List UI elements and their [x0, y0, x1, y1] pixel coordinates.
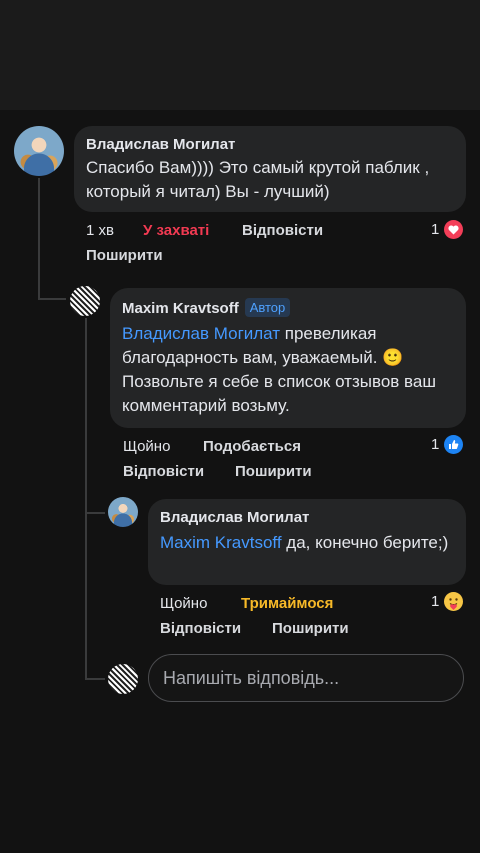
comment-author[interactable]: Maxim Kravtsoff	[122, 300, 239, 317]
reaction-button[interactable]: У захваті	[143, 222, 209, 239]
reply-button[interactable]: Відповісти	[242, 222, 323, 239]
thread-line	[85, 678, 105, 680]
heart-icon	[444, 220, 464, 239]
reaction-button[interactable]: Подобається	[203, 438, 301, 455]
comment-body: да, конечно берите;)	[281, 533, 449, 552]
top-bar	[0, 0, 480, 110]
comment-actions: Щойно Подобається Відповісти Поширити	[123, 438, 466, 488]
comment-text: Спасибо Вам)))) Это самый крутой паблик …	[86, 158, 430, 201]
reaction-count: 1	[431, 593, 440, 610]
reply-button[interactable]: Відповісти	[160, 620, 241, 637]
care-icon	[444, 592, 464, 611]
comment-time: 1 хв	[86, 222, 114, 239]
comment-text: Владислав Могилат превеликая благодарнос…	[122, 322, 452, 418]
share-button[interactable]: Поширити	[272, 620, 349, 637]
thread-line	[38, 298, 66, 300]
comment-time: Щойно	[160, 595, 208, 612]
mention-link[interactable]: Maxim Kravtsoff	[160, 533, 282, 552]
comment-bubble: Maxim Kravtsoff Автор Владислав Могилат п…	[110, 288, 466, 428]
reply-input[interactable]: Напишіть відповідь...	[148, 654, 464, 702]
reaction-count: 1	[431, 436, 440, 453]
thread-line	[38, 178, 40, 298]
reaction-summary[interactable]: 1	[431, 435, 464, 454]
comment-author[interactable]: Владислав Могилат	[86, 136, 235, 153]
comment-actions: Щойно Тримаймося Відповісти Поширити	[160, 595, 466, 645]
avatar	[108, 664, 138, 694]
reaction-button[interactable]: Тримаймося	[241, 595, 333, 612]
comment-bubble: Владислав Могилат Спасибо Вам)))) Это са…	[74, 126, 466, 212]
reaction-summary[interactable]: 1	[431, 220, 464, 239]
thread-line	[85, 512, 105, 514]
reply-button[interactable]: Відповісти	[123, 463, 204, 480]
avatar[interactable]	[70, 286, 100, 316]
reaction-count: 1	[431, 221, 440, 238]
thread-line	[85, 318, 87, 680]
avatar[interactable]	[108, 497, 138, 527]
like-icon	[444, 435, 464, 454]
reaction-summary[interactable]: 1	[431, 592, 464, 611]
author-badge: Автор	[244, 298, 291, 317]
share-button[interactable]: Поширити	[86, 247, 163, 264]
comment-time: Щойно	[123, 438, 171, 455]
comment-text: Maxim Kravtsoff да, конечно берите;)	[160, 531, 452, 555]
comment-author[interactable]: Владислав Могилат	[160, 509, 309, 526]
comment-bubble: Владислав Могилат Maxim Kravtsoff да, ко…	[148, 499, 466, 585]
share-button[interactable]: Поширити	[235, 463, 312, 480]
avatar[interactable]	[14, 126, 64, 176]
mention-link[interactable]: Владислав Могилат	[122, 324, 280, 343]
comment-actions: 1 хв У захваті Відповісти Поширити	[86, 222, 466, 272]
